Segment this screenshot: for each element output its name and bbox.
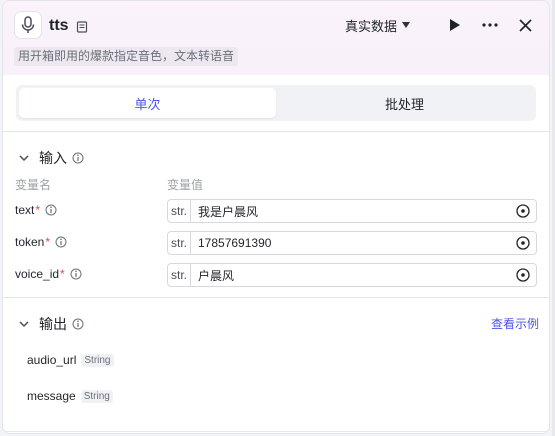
input-row-voice-id: voice_id * str. 户晨风 <box>15 263 537 287</box>
play-icon[interactable] <box>445 15 465 35</box>
variable-name: text * <box>15 203 57 217</box>
info-icon[interactable] <box>55 236 67 248</box>
panel-header: tts 真实数据 用开箱即用的爆款指定音色，文本转语音 <box>3 1 549 75</box>
variable-name: voice_id * <box>15 267 82 281</box>
microphone-icon <box>14 11 42 39</box>
target-icon[interactable] <box>515 267 531 283</box>
input-section-title: 输入 <box>39 150 67 166</box>
info-icon[interactable] <box>70 268 82 280</box>
output-section: 输出 查看示例 audio_url String message String <box>3 298 549 432</box>
output-item: message String <box>27 389 113 403</box>
output-item: audio_url String <box>27 353 114 367</box>
output-type-badge: String <box>81 353 114 367</box>
input-row-token: token * str. 17857691390 <box>15 231 537 255</box>
input-value[interactable]: 户晨风 <box>191 267 515 284</box>
required-mark: * <box>60 267 65 281</box>
chevron-down-icon <box>19 321 29 328</box>
output-section-title: 输出 <box>39 316 67 332</box>
input-value[interactable]: 17857691390 <box>191 236 515 250</box>
text-value-input[interactable]: str. 我是户晨风 <box>167 199 537 223</box>
plugin-description: 用开箱即用的爆款指定音色，文本转语音 <box>14 47 239 66</box>
output-type-badge: String <box>80 389 113 403</box>
input-value[interactable]: 我是户晨风 <box>191 203 515 220</box>
column-header-value: 变量值 <box>167 178 204 192</box>
view-example-link[interactable]: 查看示例 <box>491 315 539 332</box>
type-tag: str. <box>168 232 191 254</box>
header-actions: 真实数据 <box>345 15 535 35</box>
data-mode-select[interactable]: 真实数据 <box>345 16 410 35</box>
mode-tabs-container: 单次 批处理 <box>3 75 549 132</box>
info-icon[interactable] <box>45 204 57 216</box>
output-name: audio_url <box>27 353 77 367</box>
target-icon[interactable] <box>515 203 531 219</box>
more-horizontal-icon[interactable] <box>480 15 500 35</box>
chevron-down-icon <box>19 155 29 162</box>
plugin-title: tts <box>49 17 69 34</box>
tab-single[interactable]: 单次 <box>19 88 276 118</box>
input-row-text: text * str. 我是户晨风 <box>15 199 537 223</box>
type-tag: str. <box>168 264 191 286</box>
document-icon[interactable] <box>76 21 88 33</box>
target-icon[interactable] <box>515 235 531 251</box>
voice-id-value-input[interactable]: str. 户晨风 <box>167 263 537 287</box>
required-mark: * <box>35 203 41 217</box>
variable-name: token * <box>15 235 67 249</box>
output-name: message <box>27 389 76 403</box>
tab-batch[interactable]: 批处理 <box>276 88 533 118</box>
test-run-panel: tts 真实数据 用开箱即用的爆款指定音色，文本转语音 单次 批处理 输入 变量… <box>2 0 550 434</box>
type-tag: str. <box>168 200 191 222</box>
mode-tabs: 单次 批处理 <box>16 85 536 121</box>
input-section: 输入 变量名 变量值 text * str. 我是户晨风 token * str. <box>3 132 549 298</box>
caret-down-icon <box>402 22 410 28</box>
token-value-input[interactable]: str. 17857691390 <box>167 231 537 255</box>
input-section-header[interactable]: 输入 <box>18 148 84 168</box>
close-icon[interactable] <box>515 15 535 35</box>
info-icon[interactable] <box>72 318 84 330</box>
column-header-name: 变量名 <box>15 178 52 192</box>
info-icon[interactable] <box>72 152 84 164</box>
data-mode-label: 真实数据 <box>344 18 397 34</box>
output-section-header[interactable]: 输出 <box>18 314 84 334</box>
required-mark: * <box>45 235 51 249</box>
